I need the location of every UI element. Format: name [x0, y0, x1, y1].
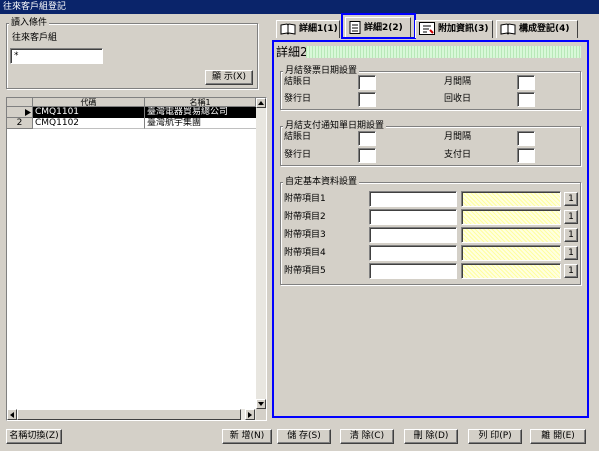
book-icon — [500, 22, 516, 35]
row-name: 臺灣航宇集團 — [145, 118, 256, 129]
detail-title: 詳細2 — [276, 45, 308, 59]
payment-interval-input[interactable] — [517, 131, 535, 146]
custom-item-row: 附帶項目4 1 — [280, 245, 581, 261]
scroll-right-button[interactable] — [245, 409, 255, 420]
payment-close-day-input[interactable] — [358, 131, 376, 146]
custom-item-button[interactable]: 1 — [564, 210, 578, 224]
book-icon — [280, 22, 296, 35]
custom-item-button[interactable]: 1 — [564, 246, 578, 260]
row-name: 臺灣電器貿易總公司 — [145, 107, 256, 118]
exit-button[interactable]: 離 開(E) — [530, 429, 586, 444]
billing-interval-label: 月間隔 — [444, 77, 472, 87]
delete-button[interactable]: 刪 除(D) — [404, 429, 458, 444]
custom-group-label: 自定基本資料設置 — [283, 177, 360, 187]
billing-collect-day-input[interactable] — [517, 92, 535, 107]
custom-item-value[interactable] — [461, 209, 561, 225]
payment-group-label: 月結支付通知單日期設置 — [283, 121, 387, 131]
arrow-right-icon — [248, 412, 252, 418]
grid-header-code[interactable]: 代碼 — [33, 98, 145, 107]
clear-button[interactable]: 清 除(C) — [340, 429, 394, 444]
arrow-up-icon — [258, 101, 264, 105]
custom-item-input[interactable] — [369, 245, 457, 261]
custom-item-value[interactable] — [461, 263, 561, 279]
custom-item-row: 附帶項目3 1 — [280, 227, 581, 243]
group-field-label: 往來客戶組 — [12, 33, 58, 43]
group-field-value: * — [14, 51, 19, 61]
row-pointer-icon — [25, 109, 31, 116]
custom-item-button[interactable]: 1 — [564, 264, 578, 278]
tab-detail1-label: 詳細1(1) — [299, 24, 338, 34]
scroll-left-button[interactable] — [7, 409, 17, 420]
billing-date-group — [280, 71, 581, 110]
custom-item-value[interactable] — [461, 245, 561, 261]
group-field-input[interactable]: * — [10, 48, 103, 64]
custom-item-value[interactable] — [461, 191, 561, 207]
custom-item-label: 附帶項目3 — [284, 230, 326, 240]
tab-composition[interactable]: 構成登記(4) — [496, 20, 578, 38]
arrow-down-icon — [258, 402, 264, 406]
table-row[interactable]: CMQ1101 臺灣電器貿易總公司 — [7, 107, 256, 118]
scroll-up-button[interactable] — [256, 98, 266, 108]
table-row[interactable]: 2 CMQ1102 臺灣航宇集團 — [7, 118, 256, 129]
detail-title-bar — [306, 46, 581, 58]
billing-collect-day-label: 回收日 — [444, 94, 472, 104]
payment-date-group — [280, 126, 581, 166]
row-code: CMQ1101 — [33, 107, 145, 118]
scroll-corner — [256, 409, 266, 420]
arrow-left-icon — [10, 412, 14, 418]
billing-close-day-input[interactable] — [358, 75, 376, 90]
billing-group-label: 月結發票日期設置 — [283, 66, 360, 76]
row-header — [7, 107, 33, 118]
window-title: 往來客戶組登記 — [0, 0, 599, 14]
conditions-group-label: 讀入條件 — [9, 18, 50, 28]
custom-item-button[interactable]: 1 — [564, 192, 578, 206]
billing-close-day-label: 結賬日 — [284, 77, 312, 87]
grid-vscroll-track[interactable] — [256, 98, 266, 409]
tab-detail1[interactable]: 詳細1(1) — [276, 20, 340, 38]
custom-item-label: 附帶項目5 — [284, 266, 326, 276]
custom-item-row: 附帶項目2 1 — [280, 209, 581, 225]
row-number: 2 — [7, 118, 33, 129]
custom-item-input[interactable] — [369, 191, 457, 207]
scroll-down-button[interactable] — [256, 399, 266, 409]
tab-composition-label: 構成登記(4) — [519, 24, 570, 34]
note-icon — [419, 22, 435, 35]
payment-close-day-label: 結賬日 — [284, 132, 312, 142]
custom-item-value[interactable] — [461, 227, 561, 243]
scroll-thumb[interactable] — [17, 409, 241, 420]
custom-item-row: 附帶項目1 1 — [280, 191, 581, 207]
custom-item-button[interactable]: 1 — [564, 228, 578, 242]
billing-issue-day-label: 發行日 — [284, 94, 312, 104]
custom-item-row: 附帶項目5 1 — [280, 263, 581, 279]
custom-item-label: 附帶項目2 — [284, 212, 326, 222]
tab-additional-info-label: 附加資訊(3) — [438, 24, 489, 34]
payment-interval-label: 月間隔 — [444, 132, 472, 142]
name-switch-button[interactable]: 名稱切換(Z) — [6, 429, 62, 444]
payment-issue-day-input[interactable] — [358, 148, 376, 163]
custom-item-input[interactable] — [369, 263, 457, 279]
display-button[interactable]: 顯 示(X) — [205, 70, 253, 85]
billing-issue-day-input[interactable] — [358, 92, 376, 107]
row-code: CMQ1102 — [33, 118, 145, 129]
custom-item-label: 附帶項目1 — [284, 194, 326, 204]
customer-grid[interactable] — [6, 97, 267, 421]
tab-detail2-highlight — [341, 13, 416, 39]
payment-issue-day-label: 發行日 — [284, 150, 312, 160]
custom-item-input[interactable] — [369, 209, 457, 225]
billing-interval-input[interactable] — [517, 75, 535, 90]
payment-pay-day-label: 支付日 — [444, 150, 472, 160]
custom-item-input[interactable] — [369, 227, 457, 243]
new-button[interactable]: 新 增(N) — [222, 429, 272, 444]
payment-pay-day-input[interactable] — [517, 148, 535, 163]
save-button[interactable]: 儲 存(S) — [277, 429, 331, 444]
print-button[interactable]: 列 印(P) — [468, 429, 522, 444]
grid-corner — [7, 98, 33, 107]
grid-header-name[interactable]: 名稱1 — [145, 98, 256, 107]
custom-item-label: 附帶項目4 — [284, 248, 326, 258]
tab-additional-info[interactable]: 附加資訊(3) — [415, 20, 493, 38]
